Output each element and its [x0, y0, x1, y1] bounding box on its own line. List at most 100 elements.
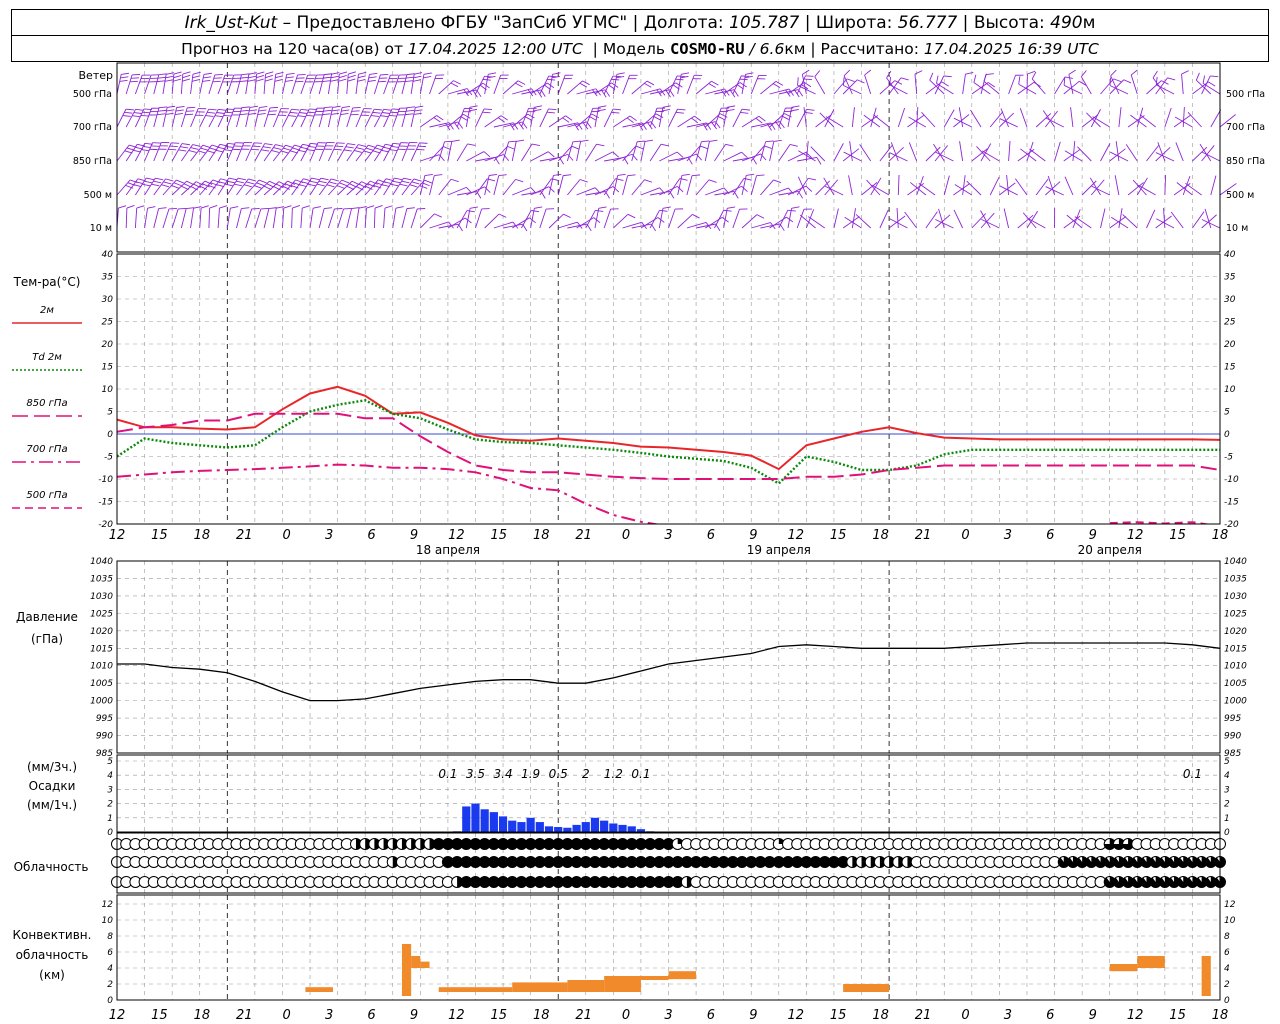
- wind-barb: [613, 115, 637, 128]
- wind-barb-feather: [1018, 76, 1021, 85]
- wind-barb-feather: [572, 140, 581, 143]
- wind-barb-staff: [144, 177, 156, 196]
- wind-barb-feather: [322, 113, 331, 116]
- wind-barb: [797, 157, 822, 165]
- wind-barb-staff: [1008, 141, 1011, 162]
- wind-barb-staff: [622, 75, 631, 95]
- wind-barb-staff: [916, 107, 919, 128]
- wind-barb-staff: [300, 108, 310, 128]
- wind-barb-feather: [269, 106, 278, 109]
- conv-tick-label-right: 8: [1224, 932, 1230, 942]
- wind-barb-feather: [169, 145, 178, 148]
- wind-barb-feather: [515, 82, 523, 88]
- temp-tick-label-right: -10: [1224, 475, 1239, 485]
- wind-barb-feather: [186, 110, 195, 112]
- wind-barb-feather: [595, 209, 604, 212]
- wind-barb: [585, 209, 604, 229]
- conv-cloud-bar: [668, 971, 697, 980]
- wind-barb-feather: [146, 177, 155, 181]
- wind-barb: [916, 107, 919, 128]
- wind-barb-feather: [219, 205, 228, 209]
- wind-barb: [585, 143, 605, 162]
- precip-title-2: Осадки: [29, 779, 76, 793]
- wind-barb-feather: [617, 173, 626, 176]
- time-tick-label-top: 21: [575, 528, 592, 543]
- time-tick-label-top: 12: [448, 528, 465, 543]
- pressure-tick-label-right: 1015: [1224, 644, 1247, 654]
- wind-barb-feather: [488, 72, 497, 75]
- wind-barb-staff: [419, 74, 425, 95]
- wind-barb-staff: [226, 142, 236, 162]
- wind-barb-staff: [401, 208, 408, 229]
- wind-barb-staff: [848, 175, 853, 196]
- wind-barb-feather: [265, 74, 274, 79]
- wind-barb-feather: [205, 115, 214, 117]
- wind-barb-feather: [390, 111, 399, 114]
- wind-barb-feather: [419, 185, 428, 189]
- wind-barb-feather: [256, 75, 265, 79]
- wind-barb-feather: [265, 71, 274, 75]
- wind-barb-feather: [300, 108, 309, 111]
- wind-barb-feather: [936, 75, 939, 84]
- wind-barb-feather: [563, 174, 572, 177]
- wind-barb-feather: [261, 149, 270, 152]
- wind-barb: [925, 146, 941, 162]
- wind-barb-feather: [332, 105, 341, 108]
- wind-barb: [272, 71, 284, 95]
- wind-barb-feather: [158, 73, 167, 76]
- wind-barb-feather: [626, 117, 634, 123]
- wind-barb-feather: [726, 108, 735, 112]
- wind-barb-feather: [450, 178, 459, 183]
- wind-barb-staff: [958, 107, 964, 128]
- wind-barb-staff: [1019, 108, 1028, 128]
- wind-barb: [291, 108, 309, 128]
- wind-barb-staff: [1091, 185, 1110, 196]
- wind-barb-feather: [253, 142, 262, 144]
- wind-barb: [999, 112, 1015, 128]
- wind-barb-feather: [347, 78, 356, 82]
- wind-barb-feather: [941, 81, 949, 87]
- wind-barb-staff: [190, 74, 194, 95]
- conv-cloud-bar: [843, 984, 890, 992]
- wind-barb-feather: [157, 109, 167, 112]
- wind-barb-staff: [879, 209, 889, 229]
- wind-barb: [383, 205, 393, 229]
- temp-tick-label-left: 15: [102, 363, 114, 373]
- wind-barb-feather: [463, 113, 471, 119]
- temp-legend-label: 700 гПа: [26, 444, 67, 455]
- wind-barb: [908, 142, 918, 162]
- wind-barb-staff: [392, 142, 402, 162]
- wind-barb-staff: [144, 108, 152, 128]
- wind-barb-staff: [585, 143, 597, 162]
- time-tick-label-bottom: 18: [872, 1008, 889, 1023]
- wind-barb-feather: [677, 108, 686, 111]
- wind-barb-staff: [125, 109, 136, 128]
- wind-barb-feather: [453, 80, 461, 85]
- precip-bar: [489, 812, 498, 832]
- wind-barb-feather: [500, 115, 508, 121]
- precip-3h-label: 0.1: [438, 767, 457, 781]
- wind-barb-feather: [306, 114, 315, 117]
- wind-barb-staff: [208, 109, 219, 128]
- precip-bar: [498, 816, 508, 832]
- wind-barb-feather: [943, 75, 952, 78]
- wind-barb-staff: [300, 143, 311, 162]
- wind-barb-staff: [567, 80, 583, 95]
- wind-barb-staff: [1170, 211, 1184, 229]
- wind-barb: [373, 74, 389, 95]
- wind-barb: [1139, 114, 1156, 128]
- wind-barb-feather: [357, 78, 366, 82]
- wind-barb-feather: [699, 145, 708, 150]
- wind-barb-staff: [190, 180, 206, 196]
- temp-legend-label: 2м: [40, 305, 54, 316]
- wind-barb-staff: [668, 75, 678, 95]
- pressure-tick-label-left: 1030: [90, 592, 113, 602]
- time-tick-label-top: 6: [707, 528, 715, 543]
- wind-barb-feather: [182, 71, 191, 75]
- wind-barb: [125, 108, 144, 128]
- wind-barb: [938, 208, 945, 229]
- wind-barb-feather: [322, 80, 331, 83]
- wind-barb-feather: [173, 75, 182, 79]
- wind-barb: [511, 139, 525, 162]
- wind-barb-feather: [147, 206, 156, 209]
